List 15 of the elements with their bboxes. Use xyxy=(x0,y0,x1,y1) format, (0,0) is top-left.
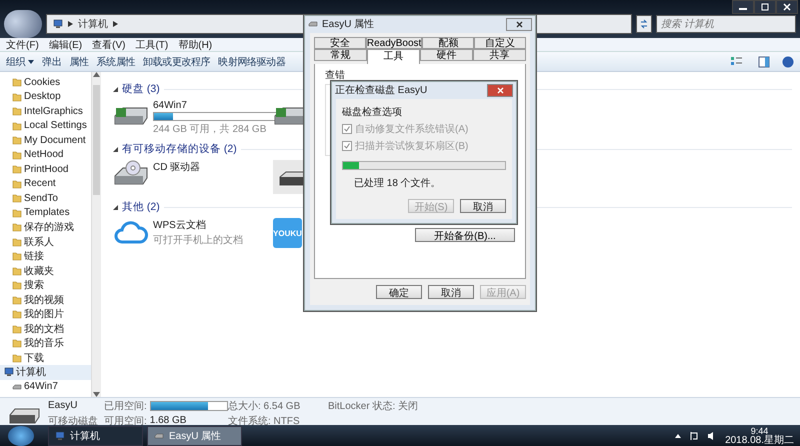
free-space-label: 可用空间: xyxy=(104,414,147,428)
drive-name: EasyU xyxy=(48,400,78,412)
status-text: 已处理 18 个文件。 xyxy=(353,176,442,190)
free-space-value: 1.68 GB xyxy=(150,415,186,426)
dialog-title: EasyU 属性 xyxy=(322,18,374,31)
used-space-label: 已用空间: xyxy=(104,400,147,412)
item-caption: 244 GB 可用，共 284 GB xyxy=(153,122,266,136)
item-caption: 可打开手机上的文档 xyxy=(153,234,243,247)
group-title: 磁盘检查选项 xyxy=(342,106,403,119)
dialog-title: 正在检查磁盘 EasyU xyxy=(335,84,428,97)
file-system: 文件系统: NTFS xyxy=(228,414,301,426)
bitlocker-status: BitLocker 状态: 关闭 xyxy=(328,400,418,412)
drive-type: 可移动磁盘 xyxy=(48,414,99,426)
group-title: 查错 xyxy=(325,68,346,82)
total-size: 总大小: 6.54 GB xyxy=(228,400,302,412)
